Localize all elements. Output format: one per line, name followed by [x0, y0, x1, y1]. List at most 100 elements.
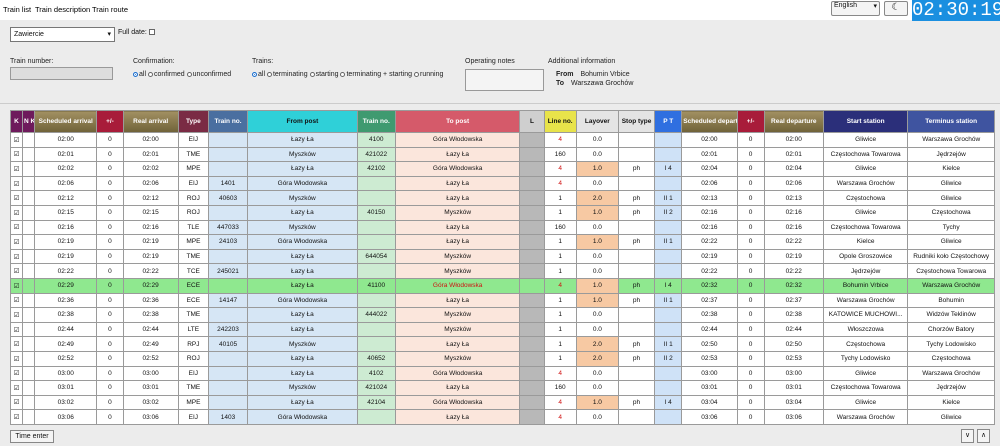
col-start-station[interactable]: Start station: [822, 110, 909, 133]
confirmation-confirmed-radio[interactable]: [147, 71, 153, 77]
table-row[interactable]: ☑ 02:15 0 02:15 ROJ Łazy Ła 40150 Myszków 1 1.0 ph…: [9, 204, 995, 221]
confirm-checkbox[interactable]: ☑: [9, 394, 24, 411]
nk-cell[interactable]: [22, 204, 36, 221]
trains-running-radio[interactable]: [414, 71, 419, 77]
confirm-checkbox[interactable]: ☑: [9, 234, 24, 250]
table-row[interactable]: ☑ 02:38 0 02:38 TME Łazy Ła 444022 Myszków 1 0.0 0…: [9, 307, 995, 323]
nk-cell[interactable]: [22, 175, 36, 192]
col-line-no[interactable]: Line no.: [543, 110, 577, 133]
col-real-arrival[interactable]: Real arrival: [122, 110, 179, 133]
col-k[interactable]: K: [9, 110, 24, 133]
confirm-checkbox[interactable]: ☑: [9, 350, 24, 367]
nk-cell[interactable]: [22, 132, 36, 148]
table-row[interactable]: ☑ 02:01 0 02:01 TME Myszków 421022 Łazy Ła 160 0.…: [9, 146, 995, 163]
nk-cell[interactable]: [22, 307, 36, 323]
confirm-checkbox[interactable]: ☑: [9, 277, 24, 294]
nk-cell[interactable]: [22, 219, 36, 236]
nk-cell[interactable]: [22, 380, 36, 396]
confirm-checkbox[interactable]: ☑: [9, 248, 24, 265]
nk-cell[interactable]: [22, 161, 36, 177]
confirmation-unconfirmed-radio[interactable]: [186, 71, 192, 77]
confirm-checkbox[interactable]: ☑: [9, 175, 24, 192]
confirm-checkbox[interactable]: ☑: [9, 263, 24, 279]
nk-cell[interactable]: [22, 350, 36, 367]
trains-terminating-starting-radio[interactable]: [340, 71, 346, 77]
confirm-checkbox[interactable]: ☑: [9, 365, 24, 382]
train-number-input[interactable]: [10, 67, 113, 80]
tab-train-description[interactable]: Train description: [35, 5, 90, 14]
table-row[interactable]: ☑ 02:12 0 02:12 ROJ 40603 Myszków Łazy Ła 1 2.0 ph…: [9, 190, 995, 206]
scroll-up-button[interactable]: ∧: [977, 429, 990, 443]
real-arrival-cell: 02:38: [122, 307, 179, 323]
col-from-post[interactable]: From post: [247, 110, 358, 133]
nk-cell[interactable]: [22, 321, 36, 338]
col-arrival-delay[interactable]: +/-: [96, 110, 124, 133]
nk-cell[interactable]: [22, 409, 36, 425]
confirm-checkbox[interactable]: ☑: [9, 161, 24, 177]
language-select[interactable]: English ▾: [831, 1, 880, 16]
confirm-checkbox[interactable]: ☑: [9, 190, 24, 206]
table-row[interactable]: ☑ 03:00 0 03:00 EIJ Łazy Ła 4102 Góra Włodowska…: [9, 365, 995, 382]
col-pt[interactable]: P T: [654, 110, 683, 133]
confirm-checkbox[interactable]: ☑: [9, 307, 24, 323]
confirm-checkbox[interactable]: ☑: [9, 336, 24, 352]
trains-terminating-radio[interactable]: [266, 71, 272, 77]
col-train-no-out[interactable]: Train no.: [356, 110, 396, 133]
full-date-checkbox[interactable]: [148, 29, 155, 36]
col-layover[interactable]: Layover: [575, 110, 619, 133]
confirm-checkbox[interactable]: ☑: [9, 292, 24, 309]
confirm-checkbox[interactable]: ☑: [9, 132, 24, 148]
table-row[interactable]: ☑ 03:06 0 03:06 EIJ 1403 Góra Włodowska Łazy Ła…: [9, 409, 995, 425]
table-row[interactable]: ☑ 02:16 0 02:16 TLE 447033 Myszków Łazy Ła 160 0.…: [9, 219, 995, 236]
col-real-departure[interactable]: Real departure: [763, 110, 824, 133]
confirm-checkbox[interactable]: ☑: [9, 219, 24, 236]
nk-cell[interactable]: [22, 248, 36, 265]
table-row[interactable]: ☑ 03:01 0 03:01 TME Myszków 421024 Łazy Ła 160 0.…: [9, 380, 995, 396]
confirm-checkbox[interactable]: ☑: [9, 409, 24, 425]
nk-cell[interactable]: [22, 394, 36, 411]
table-row[interactable]: ☑ 03:02 0 03:02 MPE Łazy Ła 42104 Góra Włodowsk…: [9, 394, 995, 411]
confirm-checkbox[interactable]: ☑: [9, 204, 24, 221]
nk-cell[interactable]: [22, 146, 36, 163]
table-row[interactable]: ☑ 02:36 0 02:36 ECE 14147 Góra Włodowska Łazy Ł…: [9, 292, 995, 309]
tab-train-list[interactable]: Train list: [3, 5, 31, 14]
tab-train-route[interactable]: Train route: [92, 5, 128, 14]
table-row[interactable]: ☑ 02:22 0 02:22 TCE 245021 Łazy Ła Myszków 1 0.0 0…: [9, 263, 995, 279]
confirm-checkbox[interactable]: ☑: [9, 380, 24, 396]
col-stop-type[interactable]: Stop type: [617, 110, 656, 133]
table-row[interactable]: ☑ 02:02 0 02:02 MPE Łazy Ła 42102 Góra Włodowsk…: [9, 161, 995, 177]
table-row[interactable]: ☑ 02:00 0 02:00 EIJ Łazy Ła 4100 Góra Włodowska…: [9, 132, 995, 148]
confirm-checkbox[interactable]: ☑: [9, 146, 24, 163]
col-type[interactable]: Type: [177, 110, 209, 133]
trains-starting-radio[interactable]: [309, 71, 315, 77]
table-row[interactable]: ☑ 02:06 0 02:06 EIJ 1401 Góra Włodowska Łazy Ła…: [9, 175, 995, 192]
col-scheduled-departure[interactable]: Scheduled departure: [681, 110, 738, 133]
nk-cell[interactable]: [22, 234, 36, 250]
confirm-checkbox[interactable]: ☑: [9, 321, 24, 338]
col-departure-delay[interactable]: +/-: [736, 110, 765, 133]
station-select[interactable]: Zawiercie ▾: [10, 27, 115, 42]
time-enter-button[interactable]: Time enter: [10, 430, 54, 443]
table-row[interactable]: ☑ 02:19 0 02:19 TME Łazy Ła 644054 Myszków 1 0.0 0…: [9, 248, 995, 265]
col-l[interactable]: L: [519, 110, 545, 133]
trains-all-radio[interactable]: [252, 71, 257, 77]
theme-toggle-button[interactable]: ☾: [884, 1, 908, 16]
confirmation-all-radio[interactable]: [133, 71, 138, 77]
nk-cell[interactable]: [22, 277, 36, 294]
col-train-no-in[interactable]: Train no.: [207, 110, 249, 133]
table-row[interactable]: ☑ 02:29 0 02:29 ECE Łazy Ła 41100 Góra Włodowsk…: [9, 277, 995, 294]
col-nk[interactable]: N K: [22, 110, 36, 133]
col-to-post[interactable]: To post: [394, 110, 521, 133]
scroll-down-button[interactable]: ∨: [961, 429, 974, 443]
nk-cell[interactable]: [22, 365, 36, 382]
table-row[interactable]: ☑ 02:49 0 02:49 RPJ 40105 Myszków Łazy Ła 1 2.0 ph…: [9, 336, 995, 352]
nk-cell[interactable]: [22, 336, 36, 352]
nk-cell[interactable]: [22, 190, 36, 206]
table-row[interactable]: ☑ 02:44 0 02:44 LTE 242203 Łazy Ła Myszków 1 0.0 0…: [9, 321, 995, 338]
nk-cell[interactable]: [22, 263, 36, 279]
col-scheduled-arrival[interactable]: Scheduled arrival: [34, 110, 98, 133]
nk-cell[interactable]: [22, 292, 36, 309]
table-row[interactable]: ☑ 02:52 0 02:52 ROJ Łazy Ła 40652 Myszków 1 2.0 ph…: [9, 350, 995, 367]
col-terminus-station[interactable]: Terminus station: [907, 110, 995, 133]
table-row[interactable]: ☑ 02:19 0 02:19 MPE 24103 Góra Włodowska Łazy Ł…: [9, 234, 995, 250]
